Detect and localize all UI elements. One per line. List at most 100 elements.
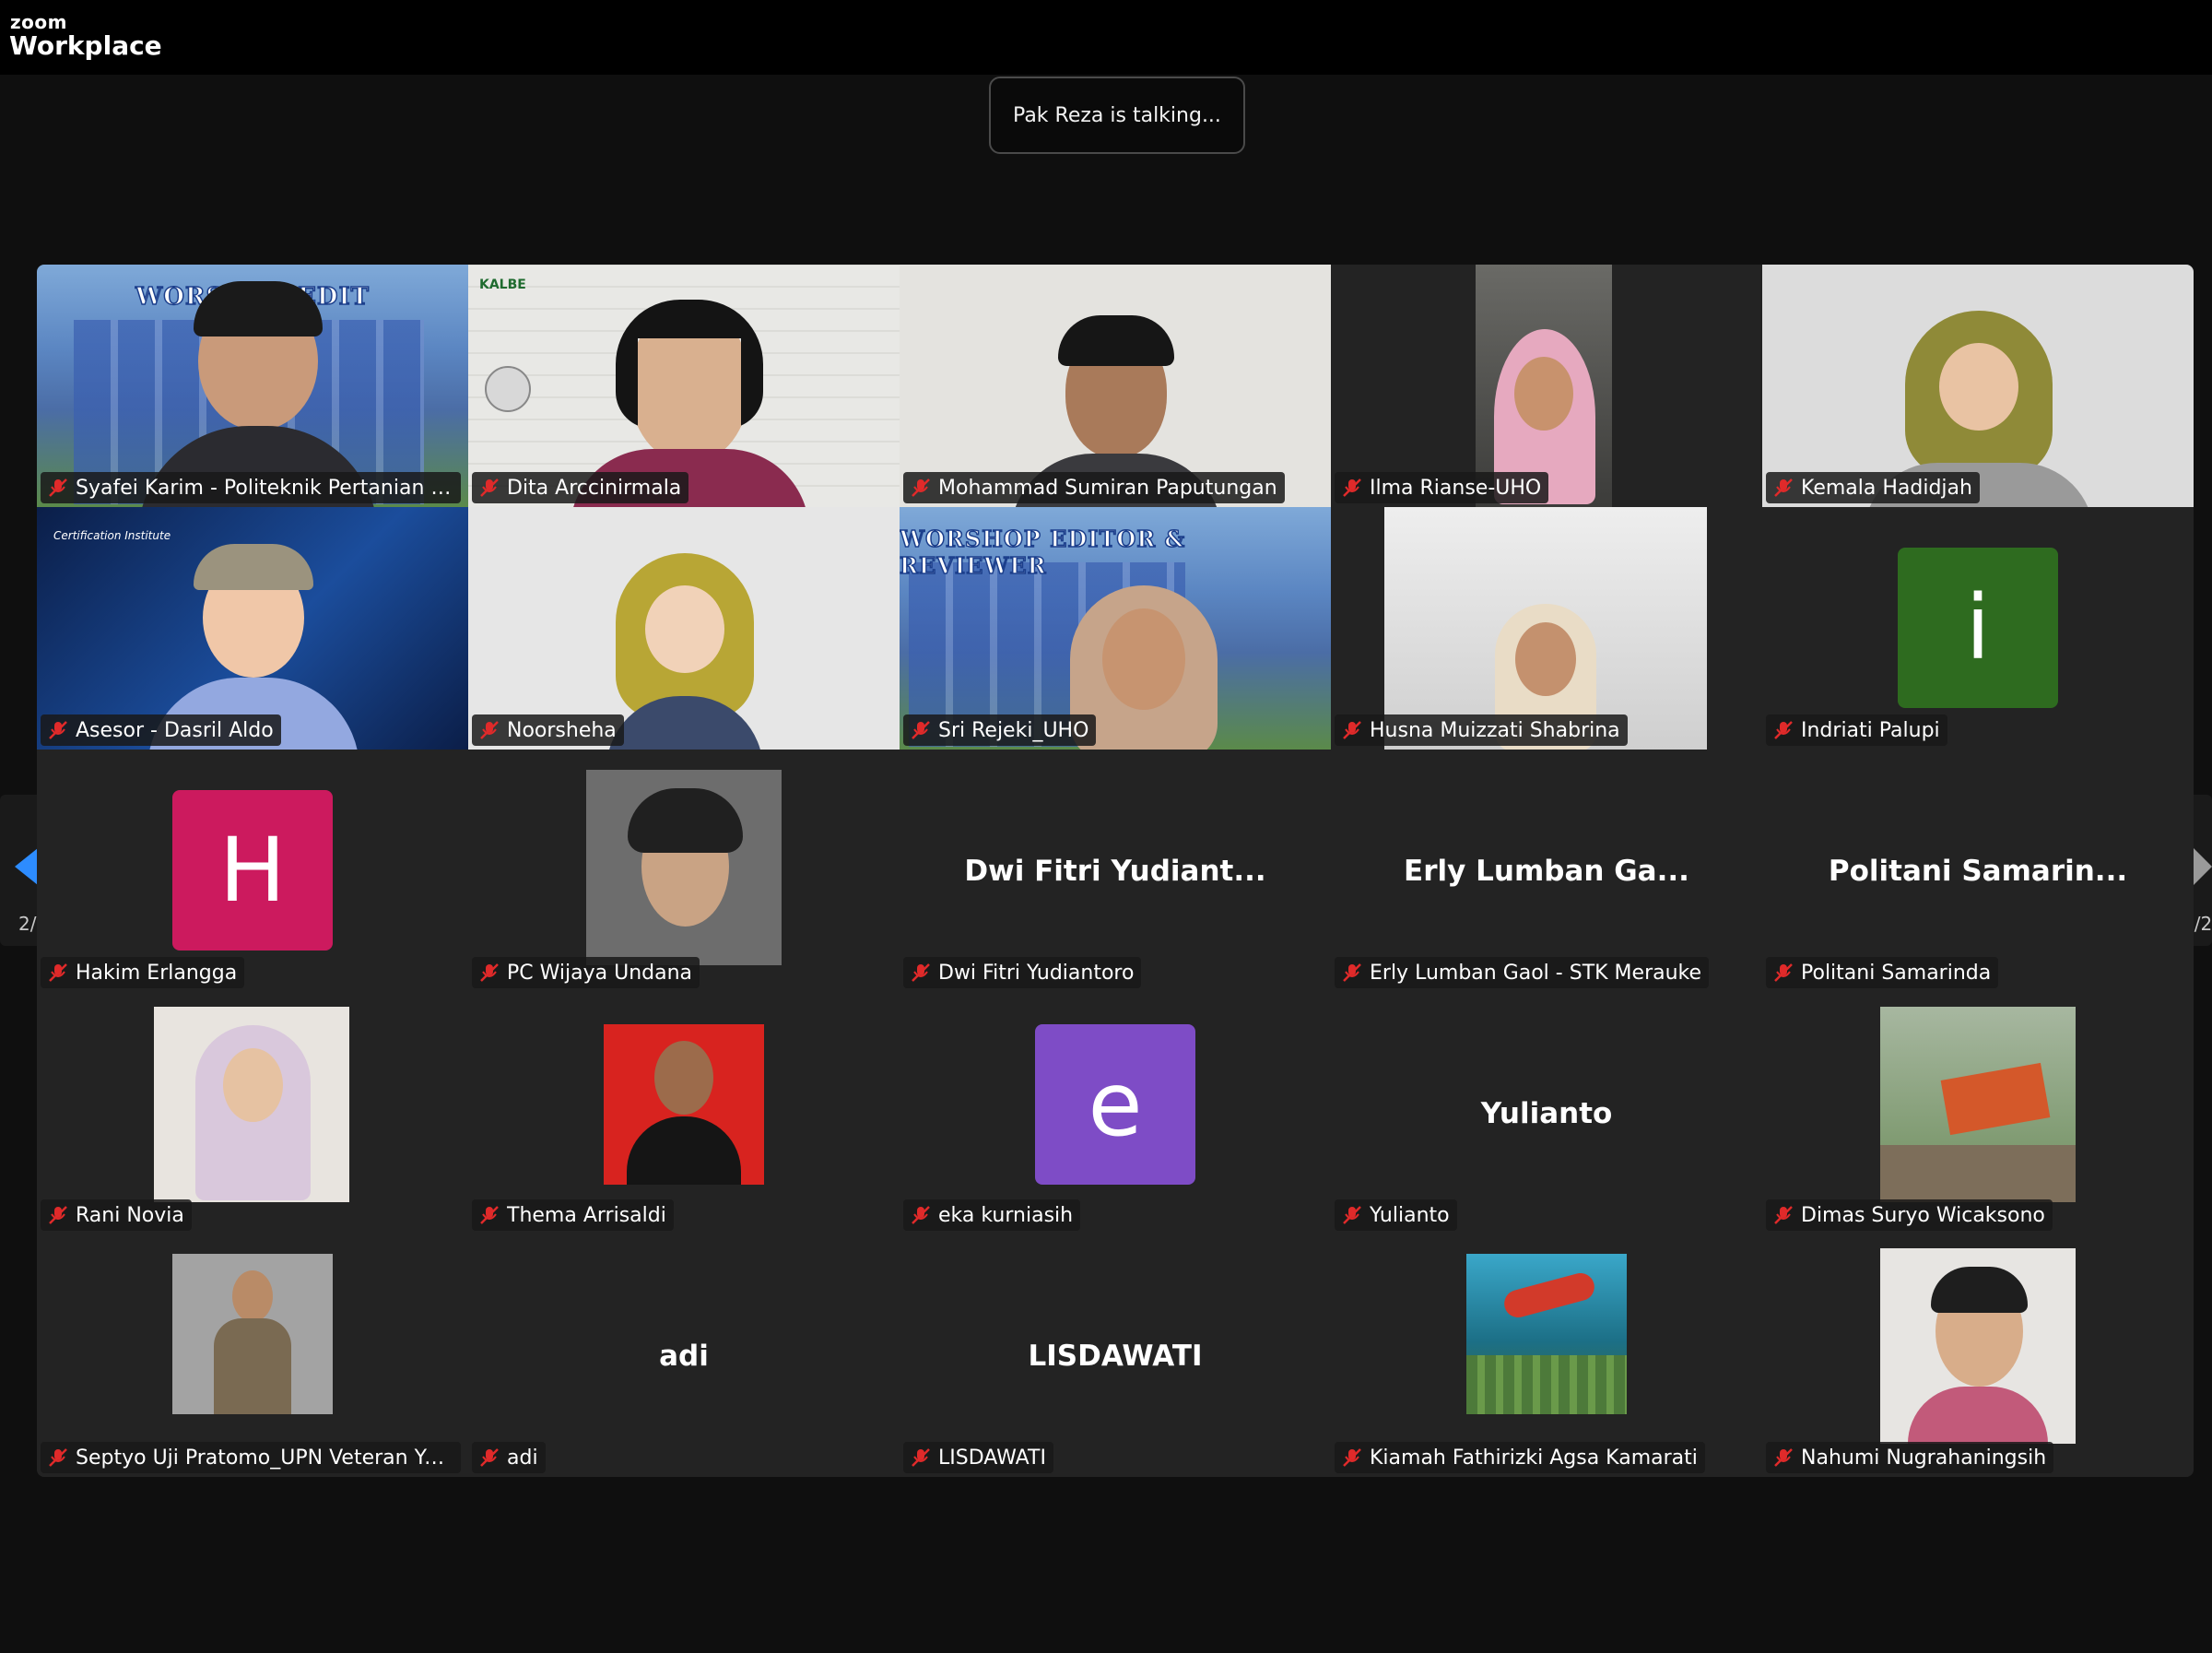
muted-microphone-icon xyxy=(1343,721,1361,739)
muted-microphone-icon xyxy=(49,963,67,982)
muted-microphone-icon xyxy=(49,478,67,497)
participant-name: LISDAWATI xyxy=(938,1446,1046,1470)
participant-name-label: PC Wijaya Undana xyxy=(472,957,700,988)
participant-name-label: Husna Muizzati Shabrina xyxy=(1335,714,1628,746)
participant-avatar: i xyxy=(1898,548,2058,708)
participant-tile[interactable]: Kiamah Fathirizki Agsa Kamarati xyxy=(1331,1234,1762,1477)
profile-photo xyxy=(172,1254,333,1414)
participant-name: Syafei Karim - Politeknik Pertanian Ne..… xyxy=(76,476,453,500)
participant-name-label: Nahumi Nugrahaningsih xyxy=(1766,1442,2054,1473)
participant-name-label: Syafei Karim - Politeknik Pertanian Ne..… xyxy=(41,472,461,503)
muted-microphone-icon xyxy=(480,721,499,739)
muted-microphone-icon xyxy=(1343,1206,1361,1224)
oil-pump xyxy=(1940,1062,2051,1136)
participant-name: Noorsheha xyxy=(507,718,617,742)
muted-microphone-icon xyxy=(1343,1448,1361,1467)
participant-name: Mohammad Sumiran Paputungan xyxy=(938,476,1277,500)
participant-name-label: Ilma Rianse-UHO xyxy=(1335,472,1549,503)
coral-reef xyxy=(1466,1355,1627,1414)
participant-display-name: LISDAWATI xyxy=(1028,1339,1203,1373)
participant-tile[interactable]: H Hakim Erlangga xyxy=(37,750,468,992)
person-hair xyxy=(1058,315,1174,366)
participant-name-label: Septyo Uji Pratomo_UPN Veteran Yog... xyxy=(41,1442,461,1473)
person-face xyxy=(223,1048,283,1122)
participant-name-label: eka kurniasih xyxy=(903,1199,1081,1231)
participant-tile[interactable]: e eka kurniasih xyxy=(900,992,1331,1234)
participant-tile[interactable]: Erly Lumban Ga... Erly Lumban Gaol - STK… xyxy=(1331,750,1762,992)
video-feed: Certification Institute xyxy=(37,507,468,750)
participant-name: eka kurniasih xyxy=(938,1203,1074,1227)
participant-tile[interactable]: Septyo Uji Pratomo_UPN Veteran Yog... xyxy=(37,1234,468,1477)
participant-name: Dimas Suryo Wicaksono xyxy=(1801,1203,2045,1227)
muted-microphone-icon xyxy=(912,963,930,982)
participant-display-name: Politani Samarin... xyxy=(1828,854,2128,888)
ground xyxy=(1880,1145,2076,1202)
participant-name-label: Yulianto xyxy=(1335,1199,1457,1231)
participant-tile[interactable]: Nahumi Nugrahaningsih xyxy=(1762,1234,2194,1477)
avatar-face xyxy=(1939,343,2018,431)
participant-tile[interactable]: Thema Arrisaldi xyxy=(468,992,900,1234)
participant-display-name: Dwi Fitri Yudiant... xyxy=(964,854,1266,888)
person-face xyxy=(232,1270,273,1322)
participant-tile[interactable]: WORSHOP EDITOR & REVIEWER Sri Rejeki_UHO xyxy=(900,507,1331,750)
video-feed: KALBE xyxy=(468,265,900,507)
participant-tile[interactable]: Rani Novia xyxy=(37,992,468,1234)
participant-tile[interactable]: Politani Samarin... Politani Samarinda xyxy=(1762,750,2194,992)
participant-name-label: Dimas Suryo Wicaksono xyxy=(1766,1199,2053,1231)
participant-display-name: adi xyxy=(659,1339,709,1373)
person-body xyxy=(214,1318,291,1414)
video-feed: WORSHOP EDITOR & REVIEWER xyxy=(900,507,1331,750)
participant-name: Indriati Palupi xyxy=(1801,718,1940,742)
participant-name: Asesor - Dasril Aldo xyxy=(76,718,274,742)
muted-microphone-icon xyxy=(912,1448,930,1467)
participant-name-label: Thema Arrisaldi xyxy=(472,1199,674,1231)
gallery-grid: WORSHOP EDIT Syafei Karim - Politeknik P… xyxy=(37,265,2194,1477)
participant-name-label: Rani Novia xyxy=(41,1199,192,1231)
participant-avatar: H xyxy=(172,790,333,950)
participant-avatar: e xyxy=(1035,1024,1195,1185)
participant-tile[interactable]: Dwi Fitri Yudiant... Dwi Fitri Yudiantor… xyxy=(900,750,1331,992)
muted-microphone-icon xyxy=(480,1206,499,1224)
muted-microphone-icon xyxy=(1343,478,1361,497)
banner-text: WORSHOP EDITOR & REVIEWER xyxy=(900,525,1186,580)
participant-name: Kiamah Fathirizki Agsa Kamarati xyxy=(1370,1446,1698,1470)
participant-name: Rani Novia xyxy=(76,1203,184,1227)
participant-tile[interactable]: i Indriati Palupi xyxy=(1762,507,2194,750)
participant-name: Yulianto xyxy=(1370,1203,1450,1227)
participant-name: Thema Arrisaldi xyxy=(507,1203,666,1227)
participant-tile[interactable]: Dimas Suryo Wicaksono xyxy=(1762,992,2194,1234)
participant-tile[interactable]: adi adi xyxy=(468,1234,900,1477)
participant-tile[interactable]: Husna Muizzati Shabrina xyxy=(1331,507,1762,750)
video-feed xyxy=(1476,265,1612,507)
participant-tile[interactable]: Mohammad Sumiran Paputungan xyxy=(900,265,1331,507)
participant-tile[interactable]: Ilma Rianse-UHO xyxy=(1331,265,1762,507)
muted-microphone-icon xyxy=(49,721,67,739)
participant-tile[interactable]: Kemala Hadidjah xyxy=(1762,265,2194,507)
participant-name-label: Mohammad Sumiran Paputungan xyxy=(903,472,1285,503)
avatar-cap xyxy=(194,544,313,590)
participant-tile[interactable]: LISDAWATI LISDAWATI xyxy=(900,1234,1331,1477)
participant-name: Hakim Erlangga xyxy=(76,961,238,985)
event-banner: WORSHOP EDITOR & REVIEWER xyxy=(900,507,1331,599)
participant-name: Kemala Hadidjah xyxy=(1801,476,1972,500)
participant-name: Politani Samarinda xyxy=(1801,961,1992,985)
muted-microphone-icon xyxy=(480,1448,499,1467)
participant-tile[interactable]: PC Wijaya Undana xyxy=(468,750,900,992)
participant-tile[interactable]: Noorsheha xyxy=(468,507,900,750)
participant-name-label: Kiamah Fathirizki Agsa Kamarati xyxy=(1335,1442,1705,1473)
profile-photo xyxy=(1880,1248,2076,1444)
profile-photo xyxy=(586,770,782,965)
muted-microphone-icon xyxy=(1774,1206,1793,1224)
muted-microphone-icon xyxy=(912,721,930,739)
participant-tile[interactable]: Yulianto Yulianto xyxy=(1331,992,1762,1234)
person-face xyxy=(1515,622,1576,696)
participant-name-label: Dita Arccinirmala xyxy=(472,472,689,503)
participant-name: Sri Rejeki_UHO xyxy=(938,718,1089,742)
participant-tile[interactable]: Certification Institute Asesor - Dasril … xyxy=(37,507,468,750)
participant-name-label: Sri Rejeki_UHO xyxy=(903,714,1097,746)
participant-name-label: Asesor - Dasril Aldo xyxy=(41,714,281,746)
muted-microphone-icon xyxy=(912,1206,930,1224)
participant-name: Dwi Fitri Yudiantoro xyxy=(938,961,1135,985)
participant-tile[interactable]: WORSHOP EDIT Syafei Karim - Politeknik P… xyxy=(37,265,468,507)
participant-tile[interactable]: KALBE Dita Arccinirmala xyxy=(468,265,900,507)
